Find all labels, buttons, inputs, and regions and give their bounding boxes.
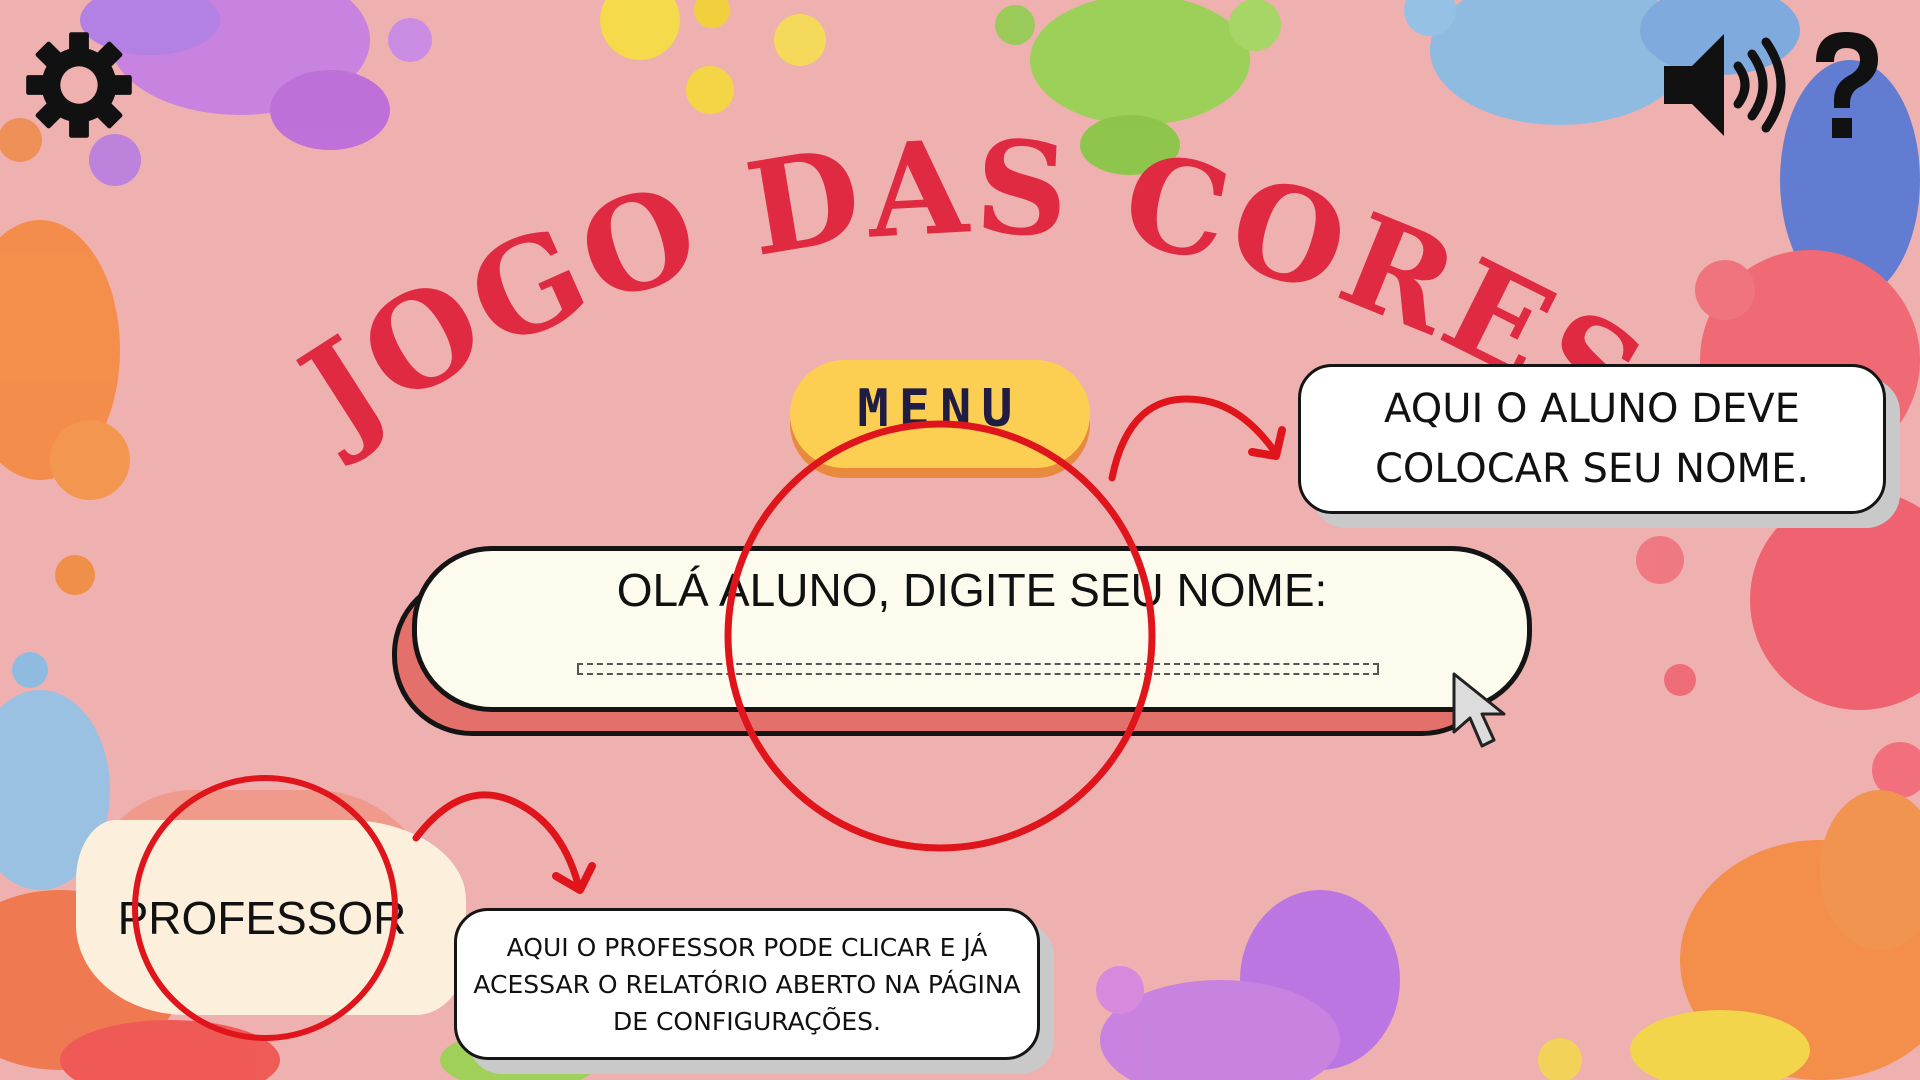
speaker-icon xyxy=(1664,34,1786,136)
professor-button-label: PROFESSOR xyxy=(117,891,407,944)
student-name-input[interactable] xyxy=(577,663,1379,675)
student-callout: AQUI O ALUNO DEVE COLOCAR SEU NOME. xyxy=(1298,364,1886,514)
gear-icon xyxy=(26,32,132,138)
name-entry-box: OLÁ ALUNO, DIGITE SEU NOME: xyxy=(412,546,1532,712)
professor-callout-line-2: ACESSAR O RELATÓRIO ABERTO NA PÁGINA xyxy=(473,969,1021,999)
student-callout-line-2: COLOCAR SEU NOME. xyxy=(1374,446,1810,492)
help-button[interactable] xyxy=(1806,26,1886,141)
professor-button[interactable]: PROFESSOR xyxy=(76,820,466,1015)
menu-button-label: MENU xyxy=(857,379,1023,439)
settings-button[interactable] xyxy=(24,30,134,140)
professor-callout-line-3: DE CONFIGURAÇÕES. xyxy=(612,1006,882,1036)
name-prompt: OLÁ ALUNO, DIGITE SEU NOME: xyxy=(616,564,1328,616)
professor-callout: AQUI O PROFESSOR PODE CLICAR E JÁ ACESSA… xyxy=(454,908,1040,1060)
sound-button[interactable] xyxy=(1658,30,1788,140)
menu-button[interactable]: MENU xyxy=(790,360,1090,468)
mouse-pointer-icon xyxy=(1452,672,1506,748)
professor-callout-line-1: AQUI O PROFESSOR PODE CLICAR E JÁ xyxy=(506,932,988,962)
question-mark-icon xyxy=(1816,32,1878,138)
student-callout-line-1: AQUI O ALUNO DEVE xyxy=(1384,386,1800,432)
